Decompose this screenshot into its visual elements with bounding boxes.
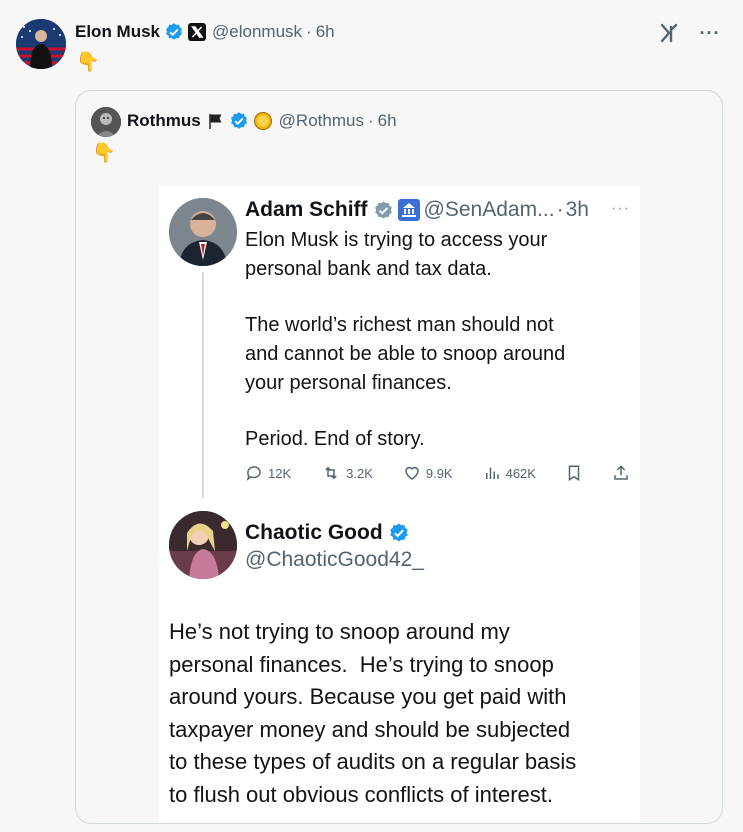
- verified-badge-icon: [229, 111, 249, 131]
- reply-count: 12K: [268, 465, 292, 481]
- quote-author-handle[interactable]: @Rothmus: [279, 111, 364, 131]
- affiliate-coin-icon: [253, 111, 273, 131]
- reply-icon: [246, 466, 261, 481]
- views-icon: [485, 467, 499, 479]
- schiff-avatar: [169, 198, 237, 266]
- verified-badge-icon: [388, 522, 410, 544]
- chaotic-good-body: He’s not trying to snoop around my perso…: [169, 616, 634, 811]
- like-stat: 9.9K: [403, 464, 453, 482]
- schiff-header: Adam Schiff @SenAdam... · 3h: [245, 198, 589, 222]
- chaotic-good-name: Chaotic Good: [245, 521, 383, 544]
- repost-stat: 3.2K: [321, 464, 373, 482]
- repost-icon: [325, 466, 337, 480]
- gov-verified-badge-icon: [373, 200, 394, 221]
- dot-separator: ·: [306, 22, 312, 41]
- schiff-text-line: Elon Musk is trying to access your: [245, 229, 548, 251]
- views-stat: 462K: [483, 464, 536, 482]
- more-icon: ···: [611, 200, 630, 217]
- share-icon: [612, 464, 630, 482]
- post-time[interactable]: 6h: [316, 22, 335, 42]
- heart-icon: [405, 466, 419, 480]
- schiff-handle: @SenAdam...: [423, 198, 555, 221]
- quote-header: Rothmus @Rothmus · 6h: [127, 109, 397, 133]
- schiff-text-line: your personal finances.: [245, 372, 452, 394]
- schiff-text-line: Period. End of story.: [245, 428, 425, 450]
- black-flag-icon: [207, 112, 225, 130]
- schiff-name: Adam Schiff: [245, 198, 368, 221]
- chaotic-good-handle: @ChaoticGood42_: [245, 548, 424, 571]
- post-text: 👇: [76, 52, 100, 73]
- dot-separator: ·: [556, 198, 564, 221]
- chaotic-good-text-line: taxpayer money and should be subjected: [169, 716, 571, 742]
- post-header: Elon Musk @elonmusk · 6h: [75, 20, 335, 44]
- chaotic-good-text-line: He’s not trying to snoop around my: [169, 619, 510, 644]
- schiff-text-line: The world’s richest man should not: [245, 314, 554, 336]
- quote-author-avatar[interactable]: [91, 107, 121, 137]
- x-affiliate-icon: [188, 23, 207, 41]
- chaotic-good-text-line: personal finances. He’s trying to snoop: [169, 651, 554, 677]
- author-name[interactable]: Elon Musk: [75, 22, 160, 42]
- chaotic-good-header: Chaotic Good: [245, 520, 410, 546]
- chaotic-good-avatar: [169, 511, 237, 579]
- post-toolbar: ···: [657, 20, 723, 46]
- bookmark-icon: [566, 464, 582, 482]
- schiff-text-line: personal bank and tax data.: [245, 258, 492, 280]
- reply-stat: 12K: [245, 464, 291, 482]
- schiff-time: 3h: [565, 198, 589, 221]
- quote-author-name[interactable]: Rothmus: [127, 111, 201, 131]
- more-icon[interactable]: ···: [697, 20, 723, 46]
- author-handle[interactable]: @elonmusk: [212, 22, 302, 42]
- quoted-post[interactable]: Rothmus @Rothmus · 6h 👇 Adam Schiff @Sen…: [75, 90, 723, 824]
- dot-separator: ·: [367, 111, 374, 130]
- capitol-icon: [397, 199, 420, 221]
- author-avatar[interactable]: [16, 19, 66, 69]
- verified-badge-icon: [164, 22, 184, 42]
- quote-text: 👇: [92, 143, 116, 164]
- attached-image[interactable]: Adam Schiff @SenAdam... · 3h ··· Elon Mu…: [159, 186, 640, 823]
- repost-count: 3.2K: [346, 465, 373, 481]
- chaotic-good-text-line: around yours. Because you get paid with: [169, 684, 567, 709]
- views-count: 462K: [505, 465, 536, 481]
- schiff-action-bar: 12K 3.2K 9.9K 462K: [245, 462, 630, 484]
- like-count: 9.9K: [425, 465, 453, 481]
- chaotic-good-text-line: to flush out obvious conflicts of intere…: [169, 781, 553, 807]
- grok-icon[interactable]: [657, 20, 683, 46]
- thread-connector-line: [202, 272, 204, 498]
- chaotic-good-text-line: to these types of audits on a regular ba…: [169, 749, 577, 774]
- schiff-text-line: and cannot be able to snoop around: [245, 343, 566, 365]
- quote-time[interactable]: 6h: [378, 111, 397, 131]
